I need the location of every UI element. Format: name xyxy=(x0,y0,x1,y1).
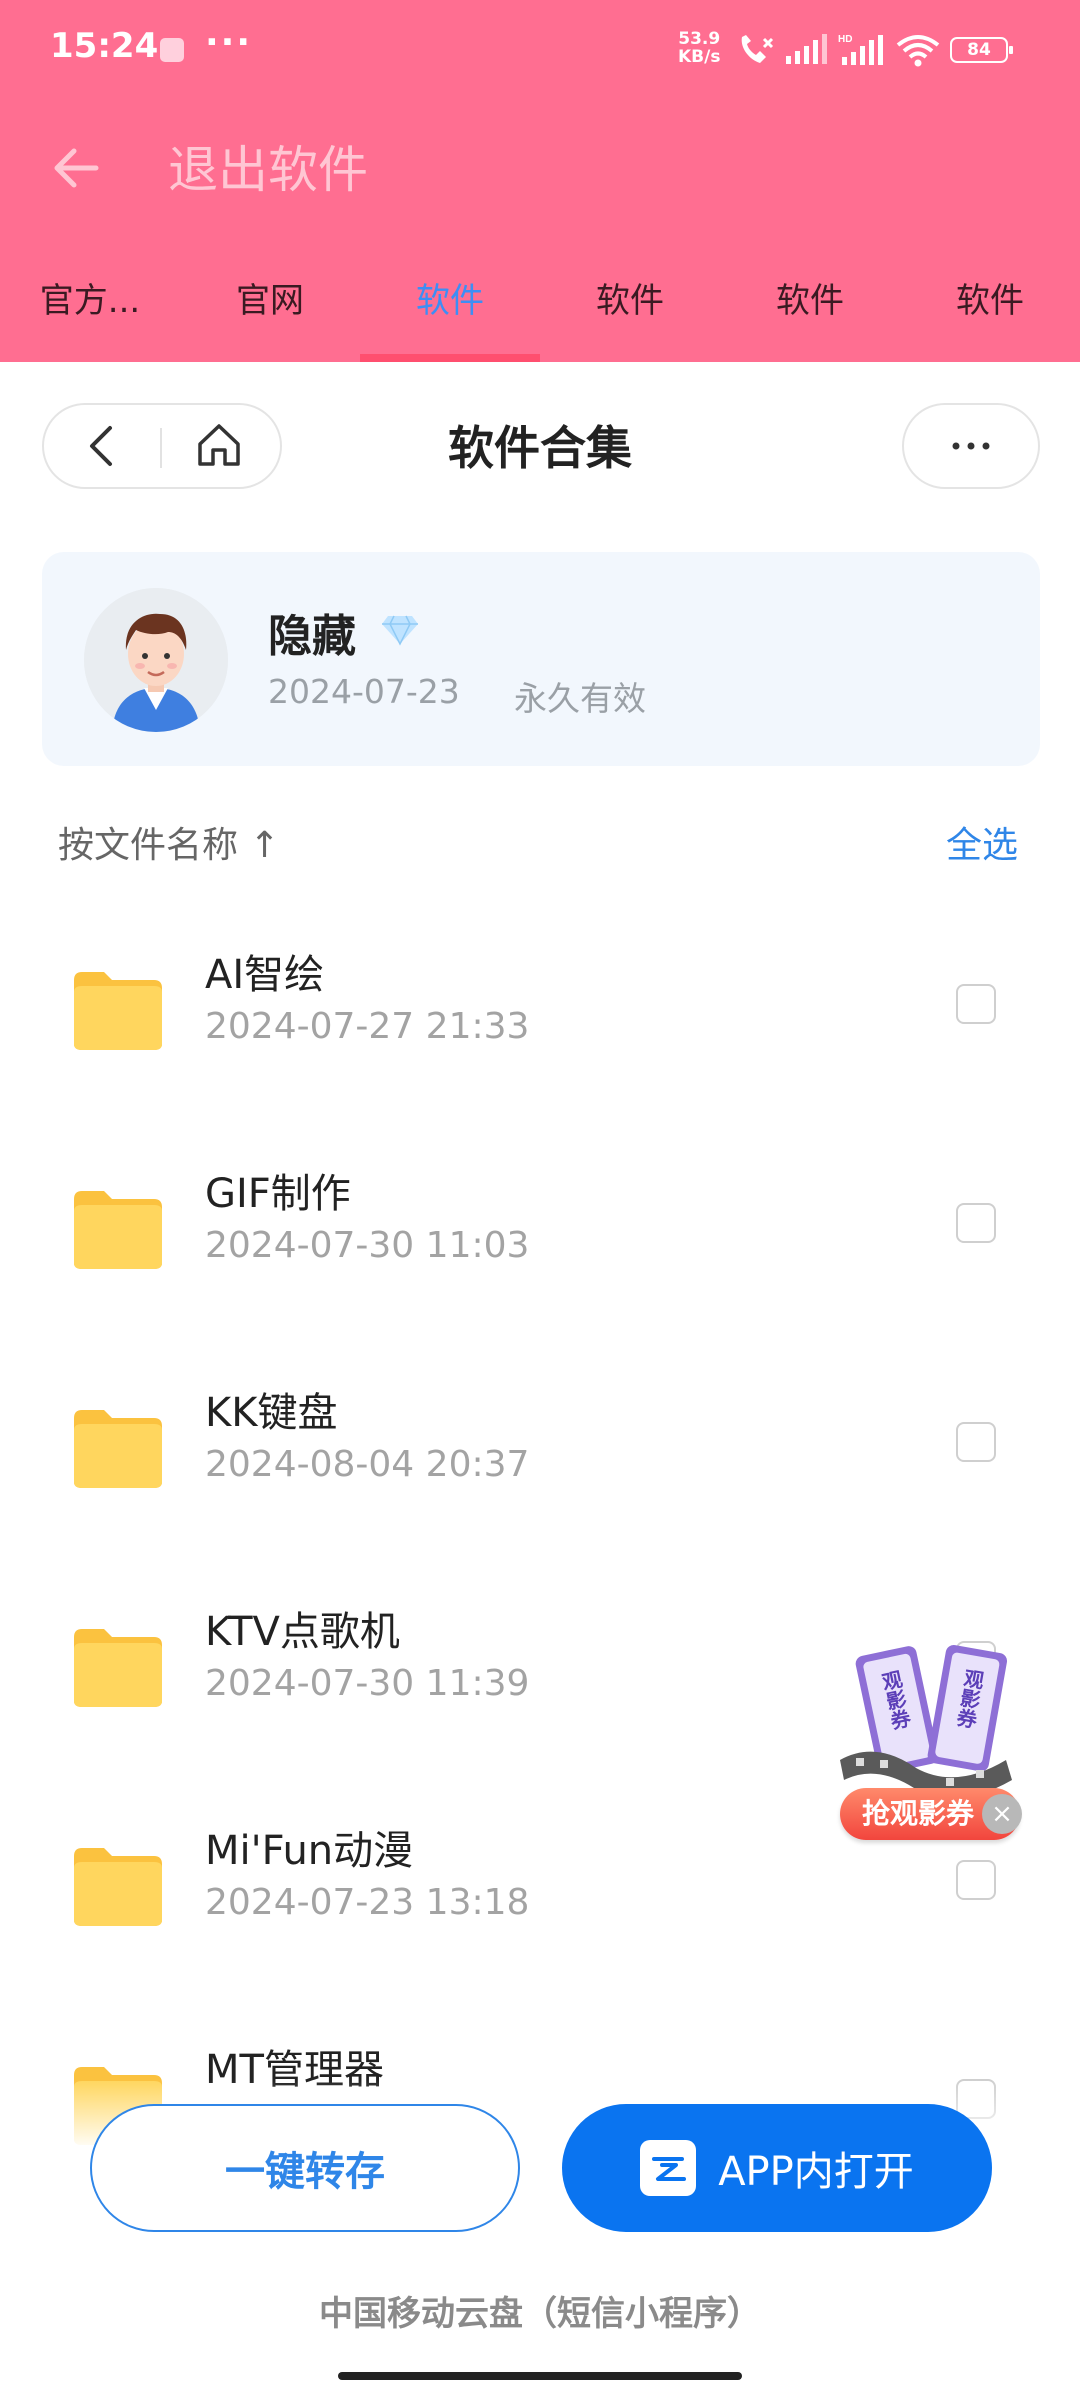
select-all-button[interactable]: 全选 xyxy=(946,816,1018,868)
battery-level: 84 xyxy=(967,40,991,60)
folder-icon xyxy=(74,972,162,1050)
list-item[interactable]: AI智绘 2024-07-27 21:33 xyxy=(0,936,1080,1156)
net-speed: 53.9 KB/s xyxy=(678,30,720,66)
net-speed-value: 53.9 xyxy=(678,29,721,49)
tab-software-3[interactable]: 软件 xyxy=(720,268,900,362)
close-icon[interactable]: × xyxy=(982,1794,1022,1834)
file-name: Mi'Fun动漫 xyxy=(205,1828,414,1874)
home-indicator[interactable] xyxy=(338,2372,742,2380)
open-in-app-label: APP内打开 xyxy=(718,2149,914,2195)
battery-icon: 84 xyxy=(950,37,1013,63)
tab-website[interactable]: 官网 xyxy=(180,268,360,362)
validity-text: 永久有效 xyxy=(514,679,646,718)
list-item[interactable]: KK键盘 2024-08-04 20:37 xyxy=(0,1374,1080,1594)
file-date: 2024-07-27 21:33 xyxy=(205,1006,530,1047)
more-dots-icon: ··· xyxy=(205,22,253,63)
tab-bar: 官方... 官网 软件 软件 软件 软件 xyxy=(0,268,1080,362)
list-item[interactable]: GIF制作 2024-07-30 11:03 xyxy=(0,1155,1080,1375)
tab-software-active[interactable]: 软件 xyxy=(360,268,540,362)
user-name: 隐藏 xyxy=(268,611,356,662)
back-arrow-icon[interactable] xyxy=(46,138,106,198)
app-notification-icon xyxy=(160,38,184,62)
open-in-app-button[interactable]: APP内打开 xyxy=(562,2104,992,2232)
more-options-button[interactable] xyxy=(902,403,1040,489)
wifi-icon xyxy=(896,35,940,67)
folder-icon xyxy=(74,1629,162,1707)
tab-software-2[interactable]: 软件 xyxy=(540,268,720,362)
sort-by-name-button[interactable]: 按文件名称 ↑ xyxy=(58,816,280,868)
tab-software-4[interactable]: 软件 xyxy=(900,268,1080,362)
exit-title[interactable]: 退出软件 xyxy=(168,130,368,202)
net-speed-unit: KB/s xyxy=(678,47,721,67)
folder-icon xyxy=(74,1191,162,1269)
status-icons: HD 84 xyxy=(736,30,1013,70)
cloud-app-icon xyxy=(640,2140,697,2196)
item-checkbox[interactable] xyxy=(956,1203,996,1243)
list-item[interactable]: Mi'Fun动漫 2024-07-23 13:18 xyxy=(0,1812,1080,2032)
file-date: 2024-07-30 11:39 xyxy=(205,1663,530,1704)
call-icon xyxy=(741,35,774,63)
file-date: 2024-07-23 13:18 xyxy=(205,1882,530,1923)
svg-text:HD: HD xyxy=(838,34,852,45)
file-name: KK键盘 xyxy=(205,1390,338,1436)
diamond-icon xyxy=(382,615,418,646)
footer-text: 中国移动云盘（短信小程序） xyxy=(319,2294,761,2334)
folder-icon xyxy=(74,1410,162,1488)
share-date: 2024-07-23 xyxy=(268,672,460,711)
active-tab-indicator xyxy=(360,354,540,362)
file-date: 2024-08-04 20:37 xyxy=(205,1444,530,1485)
file-name: GIF制作 xyxy=(205,1171,351,1217)
avatar-illustration xyxy=(84,588,228,732)
file-name: AI智绘 xyxy=(205,952,325,998)
folder-icon xyxy=(74,1848,162,1926)
save-to-cloud-button[interactable]: 一键转存 xyxy=(90,2104,520,2232)
item-checkbox[interactable] xyxy=(956,1422,996,1462)
avatar xyxy=(84,588,228,732)
item-checkbox[interactable] xyxy=(956,984,996,1024)
status-time: 15:24 xyxy=(50,26,159,66)
tab-official[interactable]: 官方... xyxy=(0,268,180,362)
item-checkbox[interactable] xyxy=(956,1860,996,1900)
signal-icon xyxy=(786,34,827,64)
save-to-cloud-label: 一键转存 xyxy=(225,2149,385,2195)
file-date: 2024-07-30 11:03 xyxy=(205,1225,530,1266)
hd-signal-icon: HD xyxy=(838,34,883,65)
file-name: KTV点歌机 xyxy=(205,1609,400,1655)
more-dots-icon xyxy=(952,442,990,450)
